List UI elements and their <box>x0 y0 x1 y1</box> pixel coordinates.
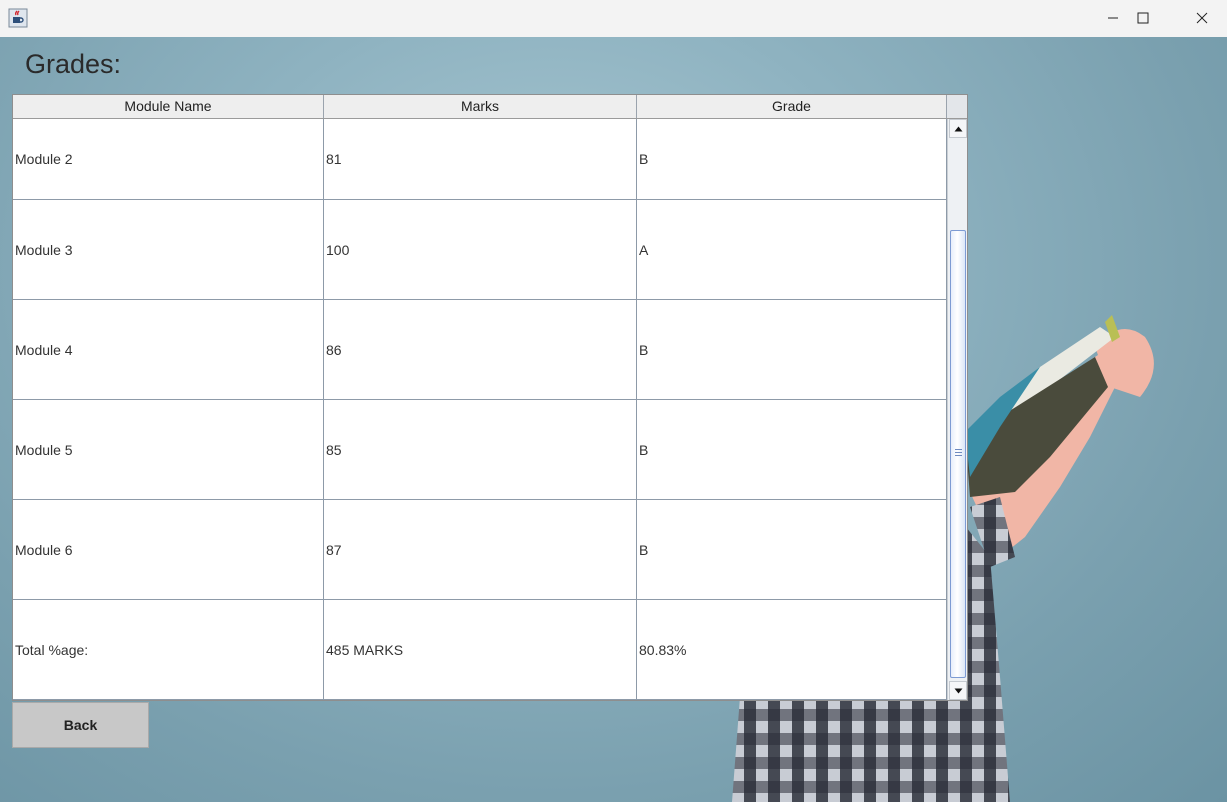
maximize-icon <box>1137 12 1149 24</box>
column-header-grade[interactable]: Grade <box>637 95 947 118</box>
module-name-cell[interactable]: Module 5 <box>13 400 324 499</box>
table-header: Module Name Marks Grade <box>13 95 947 119</box>
back-button[interactable]: Back <box>12 702 149 748</box>
scroll-down-button[interactable] <box>949 681 967 700</box>
grip-icon <box>955 449 962 458</box>
total-label-cell[interactable]: Total %age: <box>13 600 324 699</box>
close-button[interactable] <box>1173 0 1227 36</box>
page-title: Grades: <box>25 49 122 79</box>
content-area: Grades: Module Name Marks Grade Module 2… <box>0 37 1227 802</box>
module-name-cell[interactable]: Module 6 <box>13 500 324 599</box>
table-row[interactable]: Module 5 85 B <box>13 400 947 500</box>
marks-cell[interactable]: 85 <box>324 400 637 499</box>
grades-table: Module Name Marks Grade Module 2 81 B Mo… <box>12 94 968 701</box>
column-header-marks[interactable]: Marks <box>324 95 637 118</box>
module-name-cell[interactable]: Module 4 <box>13 300 324 399</box>
table-row[interactable]: Module 3 100 A <box>13 200 947 300</box>
java-cup-icon <box>8 8 28 28</box>
marks-cell[interactable]: 100 <box>324 200 637 299</box>
grade-cell[interactable]: B <box>637 400 947 499</box>
grade-cell[interactable]: B <box>637 500 947 599</box>
column-header-module-name[interactable]: Module Name <box>13 95 324 118</box>
arrow-up-icon <box>954 126 962 131</box>
marks-cell[interactable]: 81 <box>324 119 637 199</box>
marks-cell[interactable]: 86 <box>324 300 637 399</box>
grade-cell[interactable]: A <box>637 200 947 299</box>
scroll-up-button[interactable] <box>949 119 967 138</box>
arrow-down-icon <box>954 688 962 693</box>
module-name-cell[interactable]: Module 2 <box>13 119 324 199</box>
table-row[interactable]: Module 6 87 B <box>13 500 947 600</box>
table-corner <box>947 95 967 119</box>
table-row[interactable]: Module 4 86 B <box>13 300 947 400</box>
scrollbar-thumb[interactable] <box>950 230 966 678</box>
grade-cell[interactable]: B <box>637 300 947 399</box>
maximize-button[interactable] <box>1114 0 1172 36</box>
title-bar <box>0 0 1227 38</box>
table-body: Module 2 81 B Module 3 100 A Module 4 86… <box>13 119 947 700</box>
total-percentage-cell[interactable]: 80.83% <box>637 600 947 699</box>
grade-cell[interactable]: B <box>637 119 947 199</box>
total-marks-cell[interactable]: 485 MARKS <box>324 600 637 699</box>
table-row-total[interactable]: Total %age: 485 MARKS 80.83% <box>13 600 947 700</box>
module-name-cell[interactable]: Module 3 <box>13 200 324 299</box>
table-row[interactable]: Module 2 81 B <box>13 119 947 200</box>
marks-cell[interactable]: 87 <box>324 500 637 599</box>
vertical-scrollbar[interactable] <box>947 119 967 700</box>
close-icon <box>1196 12 1208 24</box>
